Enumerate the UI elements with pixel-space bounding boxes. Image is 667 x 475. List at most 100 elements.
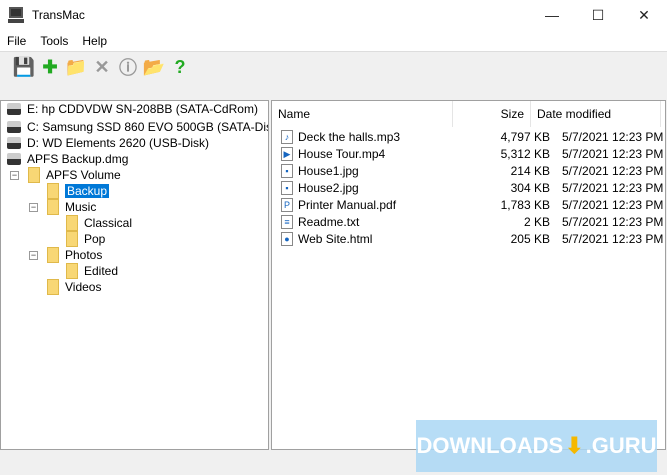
tree-folder-photos[interactable]: Photos: [47, 247, 102, 263]
file-name: Readme.txt: [298, 214, 360, 229]
folder-icon: [47, 183, 59, 199]
file-list-header: Name Size Date modified: [272, 101, 665, 127]
column-header-size[interactable]: Size: [453, 101, 531, 127]
folder-icon: [66, 263, 78, 279]
folder-icon: [47, 279, 59, 295]
tree-folder-classical[interactable]: Classical: [66, 215, 132, 231]
folder-label: Edited: [84, 264, 119, 278]
file-date: 5/7/2021 12:23 PM: [562, 163, 664, 178]
folder-tree: E: hp CDDVDW SN-208BB (SATA-CdRom) C: Sa…: [0, 100, 269, 450]
file-row[interactable]: P Printer Manual.pdf 1,783 KB 5/7/2021 12:2…: [272, 196, 665, 213]
collapse-music[interactable]: −: [29, 203, 38, 212]
file-icon: ♪: [281, 129, 293, 144]
drive-label: C: Samsung SSD 860 EVO 500GB (SATA-Disk): [27, 120, 269, 134]
dmg-label: APFS Backup.dmg: [27, 152, 129, 166]
file-name: Printer Manual.pdf: [298, 197, 397, 212]
menu-file[interactable]: File: [0, 34, 33, 48]
tree-folder-music[interactable]: Music: [47, 199, 96, 215]
toolbar: 💾 ✚ 📁 ✕ ⓘ 📂?: [0, 52, 667, 100]
close-button[interactable]: ✕: [621, 0, 667, 30]
file-name: Deck the halls.mp3: [298, 129, 401, 144]
file-date: 5/7/2021 12:23 PM: [562, 231, 664, 246]
maximize-button[interactable]: ☐: [575, 0, 621, 30]
usb-drive-icon: [7, 137, 21, 149]
minimize-button[interactable]: —: [529, 0, 575, 30]
file-icon: ≡: [281, 214, 293, 229]
collapse-apfs-volume[interactable]: −: [10, 171, 19, 180]
parent-folder-button[interactable]: 📂: [143, 56, 165, 78]
tree-folder-videos[interactable]: Videos: [47, 279, 101, 295]
file-icon: P: [281, 197, 293, 212]
ssd-drive-icon: [7, 121, 21, 133]
collapse-photos[interactable]: −: [29, 251, 38, 260]
file-icon: ▪: [281, 180, 293, 195]
column-header-name[interactable]: Name: [272, 101, 453, 127]
file-name: House2.jpg: [298, 180, 359, 195]
info-button[interactable]: ⓘ: [117, 56, 139, 78]
folder-icon: [47, 199, 59, 215]
watermark-text: DOWNLOADS: [416, 433, 564, 458]
file-row[interactable]: ● Web Site.html 205 KB 5/7/2021 12:23 PM: [272, 230, 665, 247]
file-size: 304 KB: [510, 180, 550, 195]
folder-label: Pop: [84, 232, 106, 246]
file-size: 1,783 KB: [500, 197, 550, 212]
folder-label: Music: [65, 200, 97, 214]
file-date: 5/7/2021 12:23 PM: [562, 197, 664, 212]
help-icon: ?: [174, 56, 186, 77]
disk-image-icon: [7, 153, 21, 165]
new-disk-image-button[interactable]: ✚: [39, 56, 61, 78]
app-icon: [8, 7, 24, 23]
menu-help[interactable]: Help: [75, 34, 114, 48]
folder-icon: [66, 231, 78, 247]
file-size: 2 KB: [523, 214, 550, 229]
file-date: 5/7/2021 12:23 PM: [562, 129, 664, 144]
watermark-text: .GURU: [585, 433, 657, 458]
folder-label: Classical: [84, 216, 133, 230]
file-size: 5,312 KB: [500, 146, 550, 161]
file-size: 205 KB: [510, 231, 550, 246]
tree-folder-edited[interactable]: Edited: [66, 263, 118, 279]
new-disk-image-icon: ✚: [42, 56, 58, 77]
folder-icon: [66, 215, 78, 231]
tree-dmg[interactable]: APFS Backup.dmg: [7, 151, 128, 167]
drive-label: E: hp CDDVDW SN-208BB (SATA-CdRom): [27, 102, 258, 116]
tree-drive-c[interactable]: C: Samsung SSD 860 EVO 500GB (SATA-Disk): [7, 119, 269, 135]
folder-label: Photos: [65, 248, 103, 262]
menu-tools[interactable]: Tools: [33, 34, 75, 48]
file-date: 5/7/2021 12:23 PM: [562, 146, 664, 161]
file-date: 5/7/2021 12:23 PM: [562, 214, 664, 229]
file-name: House1.jpg: [298, 163, 359, 178]
window-title: TransMac: [32, 8, 85, 22]
help-button[interactable]: ?: [169, 56, 191, 78]
watermark-logo: DOWNLOADS ⬇ .GURU: [416, 420, 657, 472]
open-disk-button[interactable]: 💾: [13, 56, 35, 78]
file-row[interactable]: ▪ House2.jpg 304 KB 5/7/2021 12:23 PM: [272, 179, 665, 196]
tree-folder-backup[interactable]: Backup: [47, 183, 110, 199]
folder-label: Backup: [65, 184, 110, 198]
file-row[interactable]: ♪ Deck the halls.mp3 4,797 KB 5/7/2021 12:2…: [272, 128, 665, 145]
file-icon: ▪: [281, 163, 293, 178]
menu-bar: File Tools Help: [0, 30, 667, 52]
file-list: Name Size Date modified ♪ Deck the halls.…: [271, 100, 666, 450]
file-row[interactable]: ▶ House Tour.mp4 5,312 KB 5/7/2021 12:23 PM: [272, 145, 665, 162]
file-size: 214 KB: [510, 163, 550, 178]
tree-apfs-volume[interactable]: APFS Volume: [28, 167, 121, 183]
file-row[interactable]: ▪ House1.jpg 214 KB 5/7/2021 12:23 PM: [272, 162, 665, 179]
tree-folder-pop[interactable]: Pop: [66, 231, 105, 247]
tree-drive-d[interactable]: D: WD Elements 2620 (USB-Disk): [7, 135, 209, 151]
folder-label: Videos: [65, 280, 102, 294]
parent-folder-icon: 📂: [142, 56, 166, 77]
new-folder-button[interactable]: 📁: [65, 56, 87, 78]
drive-label: D: WD Elements 2620 (USB-Disk): [27, 136, 210, 150]
file-icon: ▶: [281, 146, 293, 161]
file-date: 5/7/2021 12:23 PM: [562, 180, 664, 195]
open-disk-icon: 💾: [12, 56, 36, 77]
column-header-date[interactable]: Date modified: [531, 101, 661, 127]
tree-drive-e[interactable]: E: hp CDDVDW SN-208BB (SATA-CdRom): [7, 101, 258, 117]
cd-drive-icon: [7, 103, 21, 115]
new-folder-icon: 📁: [64, 56, 88, 77]
info-icon: ⓘ: [119, 58, 137, 78]
file-row[interactable]: ≡ Readme.txt 2 KB 5/7/2021 12:23 PM: [272, 213, 665, 230]
file-name: House Tour.mp4: [298, 146, 386, 161]
delete-button[interactable]: ✕: [91, 56, 113, 78]
